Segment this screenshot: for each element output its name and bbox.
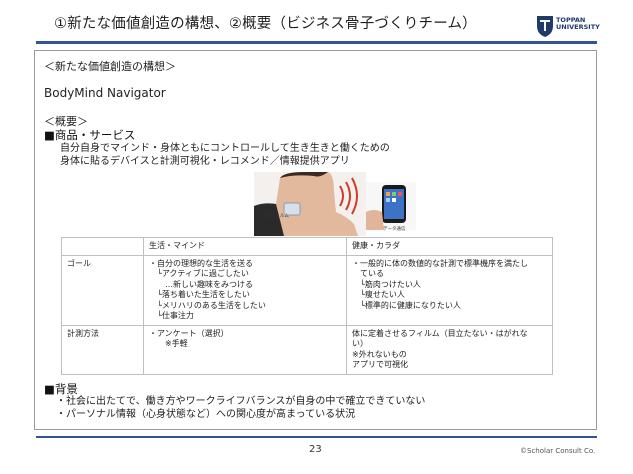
table-row: 計測方法 ・アンケート（選択） ※手軽 体に定着させるフィルム（目立たない・はが… — [61, 324, 553, 375]
table-header-cell — [61, 237, 144, 256]
table-header-cell: 生活・マインド — [143, 237, 347, 256]
section-heading: ＜新たな価値創造の構想＞ — [44, 60, 176, 73]
university-logo-icon — [537, 16, 553, 37]
products-line: 自分自身でマインド・身体ともにコントロールして生き生きと働くための — [60, 143, 390, 154]
background-line: ・パーソナル情報（心身状態など）への関心度が高まっている状況 — [56, 409, 356, 420]
products-heading: ■商品・サービス — [44, 128, 136, 142]
page-number: 23 — [309, 444, 322, 455]
background-line: ・社会に出たてで、働き方やワークライフバランスが自身の中で確立できていない — [56, 396, 426, 407]
mind-cell: ・アンケート（選択） ※手軽 — [143, 324, 347, 375]
table-header-row: 生活・マインド 健康・カラダ — [61, 237, 553, 256]
slide-title: ①新たな価値創造の構想、②概要（ビジネス骨子づくりチーム） — [54, 16, 477, 32]
footer-divider — [36, 436, 597, 438]
body-cell: ・一般的に体の数値的な計測で標準機序を満たし ている └筋肉つけたい人 └痩せた… — [346, 254, 553, 326]
comparison-table: 生活・マインド 健康・カラダ ゴール ・自分の理想的な生活を送る └アクティブに… — [61, 237, 553, 375]
table-row: ゴール ・自分の理想的な生活を送る └アクティブに過ごしたい …新しい趣味をみつ… — [61, 254, 553, 326]
body-cell: 体に定着させるフィルム（目立たない・はがれな い） ※外れないもの アプリで可視… — [346, 324, 553, 375]
smartphone-icon — [366, 182, 416, 230]
row-label: ゴール — [61, 254, 144, 326]
mind-cell: ・自分の理想的な生活を送る └アクティブに過ごしたい …新しい趣味をみつける └… — [143, 254, 347, 326]
product-name: BodyMind Navigator — [44, 86, 166, 100]
data-label: データ通信 — [383, 227, 406, 232]
neck-device-photo — [254, 172, 366, 236]
table-header-cell: 健康・カラダ — [346, 237, 553, 256]
logo-text: TOPPAN UNIVERSITY — [556, 16, 600, 31]
row-label: 計測方法 — [61, 324, 144, 375]
copyright: ©Scholar Consult Co. — [520, 447, 596, 455]
film-label: 貼付フィルム — [262, 214, 289, 219]
header-divider — [36, 41, 597, 44]
products-line: 身体に貼るデバイスと計測可視化・レコメンド／情報提供アプリ — [60, 156, 350, 167]
background-heading: ■背景 — [44, 382, 78, 396]
